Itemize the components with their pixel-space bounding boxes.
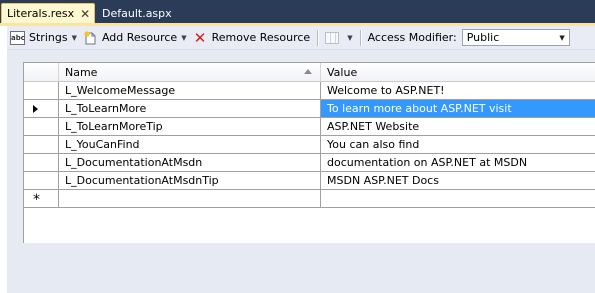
chevron-down-icon: ▼ [181,33,187,42]
table-row[interactable]: L_ToLearnMore To learn more about ASP.NE… [24,100,595,118]
add-resource-icon [83,30,98,45]
strings-label: Strings [29,31,68,44]
column-header-label: Name [65,66,98,79]
chevron-down-icon: ▼ [559,33,565,42]
name-cell[interactable]: L_DocumentationAtMsdnTip [59,172,321,190]
remove-resource-label: Remove Resource [211,31,311,44]
resource-toolbar: abc Strings ▼ Add Resource ▼ ✕ Remove Re… [7,26,595,50]
add-resource-button[interactable]: Add Resource ▼ [80,28,190,48]
row-selector[interactable]: * [24,190,59,208]
row-selector[interactable] [24,136,59,154]
table-row[interactable]: L_DocumentationAtMsdnTip MSDN ASP.NET Do… [24,172,595,190]
chevron-down-icon: ▼ [347,33,353,42]
grid-header: Name Value [24,63,595,82]
access-modifier-select[interactable]: Public ▼ [461,29,570,46]
row-selector[interactable] [24,172,59,190]
remove-icon: ✕ [193,28,207,47]
name-cell[interactable]: L_ToLearnMore [59,100,321,118]
strings-icon: abc [10,30,25,45]
column-header-label: Value [327,66,358,79]
resource-editor-body: abc Strings ▼ Add Resource ▼ ✕ Remove Re… [7,26,595,293]
column-header-name[interactable]: Name [59,63,321,82]
document-tabstrip: Literals.resx ✕ Default.aspx [0,0,595,23]
remove-resource-button[interactable]: ✕ Remove Resource [190,28,314,48]
row-selector[interactable] [24,82,59,100]
row-selector[interactable] [24,100,59,118]
add-resource-label: Add Resource [101,31,178,44]
new-row[interactable]: * [24,190,595,208]
column-header-value[interactable]: Value [321,63,595,82]
resource-editor: abc Strings ▼ Add Resource ▼ ✕ Remove Re… [0,23,595,293]
row-selector[interactable] [24,154,59,172]
chevron-down-icon: ▼ [71,33,77,42]
toolbar-separator [317,29,319,46]
toolbar-separator [359,29,361,46]
value-cell[interactable]: Welcome to ASP.NET! [321,82,595,100]
value-cell[interactable]: MSDN ASP.NET Docs [321,172,595,190]
name-cell[interactable]: L_YouCanFind [59,136,321,154]
value-cell[interactable]: ASP.NET Website [321,118,595,136]
value-cell[interactable]: documentation on ASP.NET at MSDN [321,154,595,172]
value-cell-new[interactable] [321,190,595,208]
strings-dropdown[interactable]: abc Strings ▼ [7,28,80,48]
name-cell[interactable]: L_DocumentationAtMsdn [59,154,321,172]
table-row[interactable]: L_WelcomeMessage Welcome to ASP.NET! [24,82,595,100]
close-icon[interactable]: ✕ [80,8,90,20]
table-row[interactable]: L_DocumentationAtMsdn documentation on A… [24,154,595,172]
access-modifier-label: Access Modifier: [367,31,457,44]
name-cell-new[interactable] [59,190,321,208]
row-selector[interactable] [24,118,59,136]
tab-label: Literals.resx [7,7,75,20]
row-selector-header[interactable] [24,63,59,82]
current-row-arrow-icon [33,104,38,113]
tab-label: Default.aspx [102,6,172,20]
access-modifier-value: Public [466,31,500,44]
tab-literals-resx[interactable]: Literals.resx ✕ [1,3,95,23]
grid-view-icon [325,31,340,44]
sort-ascending-icon [304,69,312,74]
name-cell[interactable]: L_WelcomeMessage [59,82,321,100]
tab-default-aspx[interactable]: Default.aspx [97,3,172,23]
resource-grid: Name Value L_WelcomeMessage Welcome to A… [23,62,595,243]
views-dropdown[interactable]: ▼ [322,28,355,48]
new-row-marker: * [33,192,40,208]
access-modifier-group: Access Modifier: Public ▼ [365,28,573,48]
value-cell[interactable]: You can also find [321,136,595,154]
table-row[interactable]: L_ToLearnMoreTip ASP.NET Website [24,118,595,136]
value-cell-selected[interactable]: To learn more about ASP.NET visit [321,100,595,118]
name-cell[interactable]: L_ToLearnMoreTip [59,118,321,136]
table-row[interactable]: L_YouCanFind You can also find [24,136,595,154]
